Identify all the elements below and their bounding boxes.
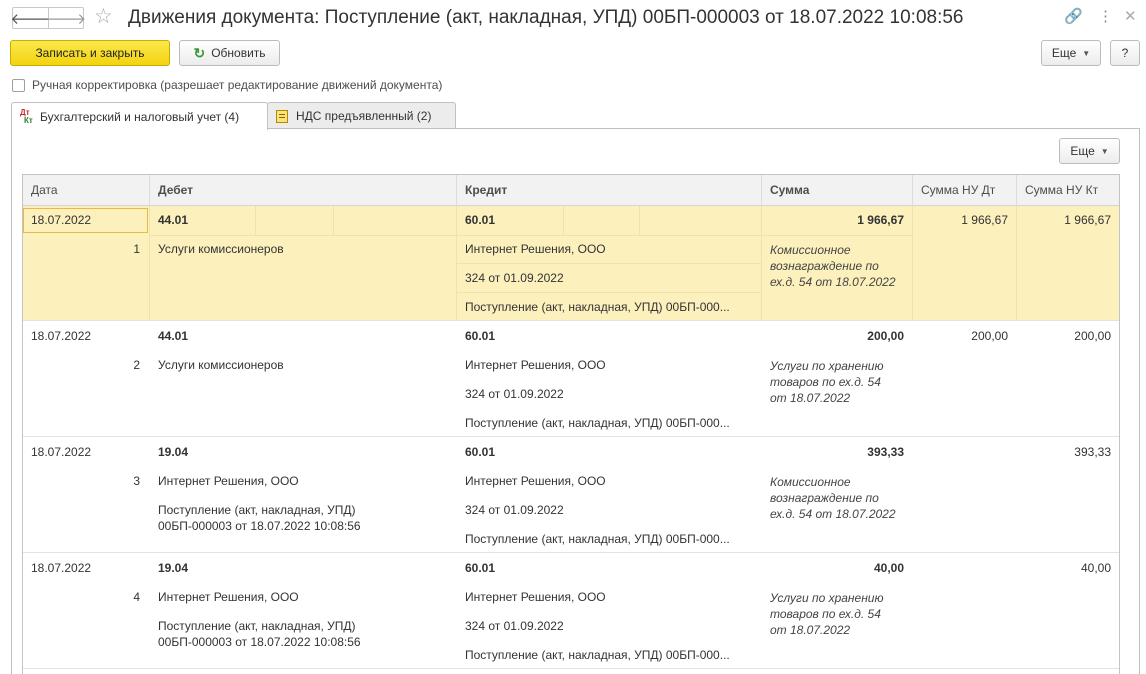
- credit-subconto: 324 от 01.09.2022: [465, 387, 564, 401]
- debit-subconto: Услуги комиссионеров: [158, 358, 284, 372]
- arrow-left-icon: 🡐: [10, 10, 51, 28]
- debit-subconto: Интернет Решения, ООО: [158, 474, 299, 488]
- tax-sum-debit: 200,00: [971, 329, 1008, 343]
- credit-subconto: Интернет Решения, ООО: [465, 242, 606, 256]
- credit-subconto: Поступление (акт, накладная, УПД) 00БП-0…: [465, 648, 730, 662]
- credit-account: 60.01: [465, 213, 496, 227]
- debit-account: 19.04: [158, 561, 189, 575]
- row-number: 2: [133, 358, 140, 372]
- credit-subconto: Поступление (акт, накладная, УПД) 00БП-0…: [465, 532, 730, 546]
- document-icon: [276, 109, 288, 123]
- row-number: 1: [133, 242, 140, 256]
- refresh-button[interactable]: ↻ Обновить: [179, 40, 280, 66]
- chevron-down-icon: ▼: [1082, 48, 1091, 58]
- credit-subconto: Поступление (акт, накладная, УПД) 00БП-0…: [465, 300, 730, 314]
- debit-subconto: Поступление (акт, накладная, УПД) 00БП-0…: [158, 503, 361, 533]
- column-header-tax-sum-debit[interactable]: Сумма НУ Дт: [913, 175, 1017, 206]
- dt-kt-icon: Дт Кт: [20, 107, 33, 125]
- tax-sum-credit: 393,33: [1074, 445, 1111, 459]
- link-icon[interactable]: 🔗: [1064, 8, 1083, 26]
- tax-sum-credit: 40,00: [1080, 561, 1111, 575]
- help-button[interactable]: ?: [1110, 40, 1140, 66]
- credit-account: 60.01: [465, 445, 496, 459]
- grid-more-button[interactable]: Еще ▼: [1059, 138, 1120, 164]
- sum-cell: 200,00: [867, 329, 904, 343]
- save-and-close-label: Записать и закрыть: [35, 46, 145, 60]
- credit-subconto: 324 от 01.09.2022: [465, 619, 564, 633]
- back-button[interactable]: 🡐: [10, 8, 51, 28]
- more-label: Еще: [1051, 46, 1077, 60]
- chevron-down-icon: ▼: [1100, 146, 1109, 156]
- credit-subconto: Интернет Решения, ООО: [465, 358, 606, 372]
- more-button[interactable]: Еще ▼: [1041, 40, 1101, 66]
- table-row[interactable]: 18.07.2022 44.01 1 Услуги комиссионеров …: [23, 206, 1119, 321]
- debit-account: 44.01: [158, 213, 189, 227]
- sum-cell: 1 966,67: [857, 213, 904, 227]
- column-header-sum[interactable]: Сумма: [762, 175, 913, 206]
- tab-vat-label: НДС предъявленный (2): [296, 109, 432, 123]
- column-header-tax-sum-credit[interactable]: Сумма НУ Кт: [1017, 175, 1119, 206]
- date-cell: 18.07.2022: [31, 561, 92, 575]
- date-cell: 18.07.2022: [31, 445, 92, 459]
- table-row[interactable]: 18.07.2022 44.01 2 Услуги комиссионеров …: [23, 321, 1119, 437]
- date-cell: 18.07.2022: [31, 213, 92, 227]
- refresh-icon: ↻: [193, 44, 206, 61]
- manual-correction-row[interactable]: Ручная корректировка (разрешает редактир…: [12, 77, 442, 93]
- debit-account: 19.04: [158, 445, 189, 459]
- manual-correction-checkbox[interactable]: [12, 78, 25, 92]
- navigation-buttons: 🡐 🡒: [10, 7, 87, 29]
- row-number: 4: [133, 590, 140, 604]
- tax-sum-credit: 200,00: [1074, 329, 1111, 343]
- arrow-right-icon: 🡒: [45, 10, 87, 28]
- title-bar: 🡐 🡒 ☆ Движения документа: Поступление (а…: [0, 0, 1146, 38]
- save-and-close-button[interactable]: Записать и закрыть: [10, 40, 170, 66]
- favorite-star-icon[interactable]: ☆: [94, 5, 113, 29]
- command-bar: Записать и закрыть ↻ Обновить Еще ▼ ?: [0, 40, 1146, 68]
- debit-subconto: Услуги комиссионеров: [158, 242, 284, 256]
- credit-subconto: Интернет Решения, ООО: [465, 474, 606, 488]
- movements-table: Дата Дебет Кредит Сумма Сумма НУ Дт Сумм…: [22, 174, 1120, 674]
- credit-account: 60.01: [465, 329, 496, 343]
- tab-vat[interactable]: НДС предъявленный (2): [267, 102, 456, 129]
- help-label: ?: [1121, 46, 1129, 60]
- window-title: Движения документа: Поступление (акт, на…: [128, 7, 964, 28]
- row-number: 3: [133, 474, 140, 488]
- table-row[interactable]: 18.07.2022 19.04 4 Интернет Решения, ООО…: [23, 553, 1119, 669]
- table-row[interactable]: 18.07.2022 19.04 3 Интернет Решения, ООО…: [23, 437, 1119, 553]
- debit-subconto: Поступление (акт, накладная, УПД) 00БП-0…: [158, 619, 361, 649]
- entry-content: Услуги по хранению товаров по ех.д. 54 о…: [770, 591, 884, 637]
- manual-correction-label: Ручная корректировка (разрешает редактир…: [32, 78, 443, 92]
- grid-more-label: Еще: [1070, 144, 1095, 158]
- close-icon[interactable]: ✕: [1124, 8, 1137, 26]
- credit-subconto: Поступление (акт, накладная, УПД) 00БП-0…: [465, 416, 730, 430]
- date-cell: 18.07.2022: [31, 329, 92, 343]
- sum-cell: 40,00: [873, 561, 904, 575]
- refresh-label: Обновить: [211, 46, 266, 60]
- column-header-date[interactable]: Дата: [23, 175, 150, 206]
- entry-content: Услуги по хранению товаров по ех.д. 54 о…: [770, 359, 884, 405]
- debit-subconto: Интернет Решения, ООО: [158, 590, 299, 604]
- more-actions-icon[interactable]: ⋮: [1098, 8, 1113, 26]
- credit-account: 60.01: [465, 561, 496, 575]
- debit-account: 44.01: [158, 329, 189, 343]
- column-header-credit[interactable]: Кредит: [457, 175, 762, 206]
- forward-button[interactable]: 🡒: [45, 8, 87, 28]
- tab-accounting-label: Бухгалтерский и налоговый учет (4): [40, 109, 240, 124]
- entry-content: Комиссионное вознаграждение по ех.д. 54 …: [770, 475, 896, 521]
- tab-accounting[interactable]: Дт Кт Бухгалтерский и налоговый учет (4): [11, 102, 268, 130]
- tax-sum-credit: 1 966,67: [1064, 213, 1111, 227]
- credit-subconto: 324 от 01.09.2022: [465, 503, 564, 517]
- credit-subconto: 324 от 01.09.2022: [465, 271, 564, 285]
- sum-cell: 393,33: [867, 445, 904, 459]
- tax-sum-debit: 1 966,67: [961, 213, 1008, 227]
- column-header-debit[interactable]: Дебет: [150, 175, 457, 206]
- entry-content: Комиссионное вознаграждение по ех.д. 54 …: [770, 243, 896, 289]
- credit-subconto: Интернет Решения, ООО: [465, 590, 606, 604]
